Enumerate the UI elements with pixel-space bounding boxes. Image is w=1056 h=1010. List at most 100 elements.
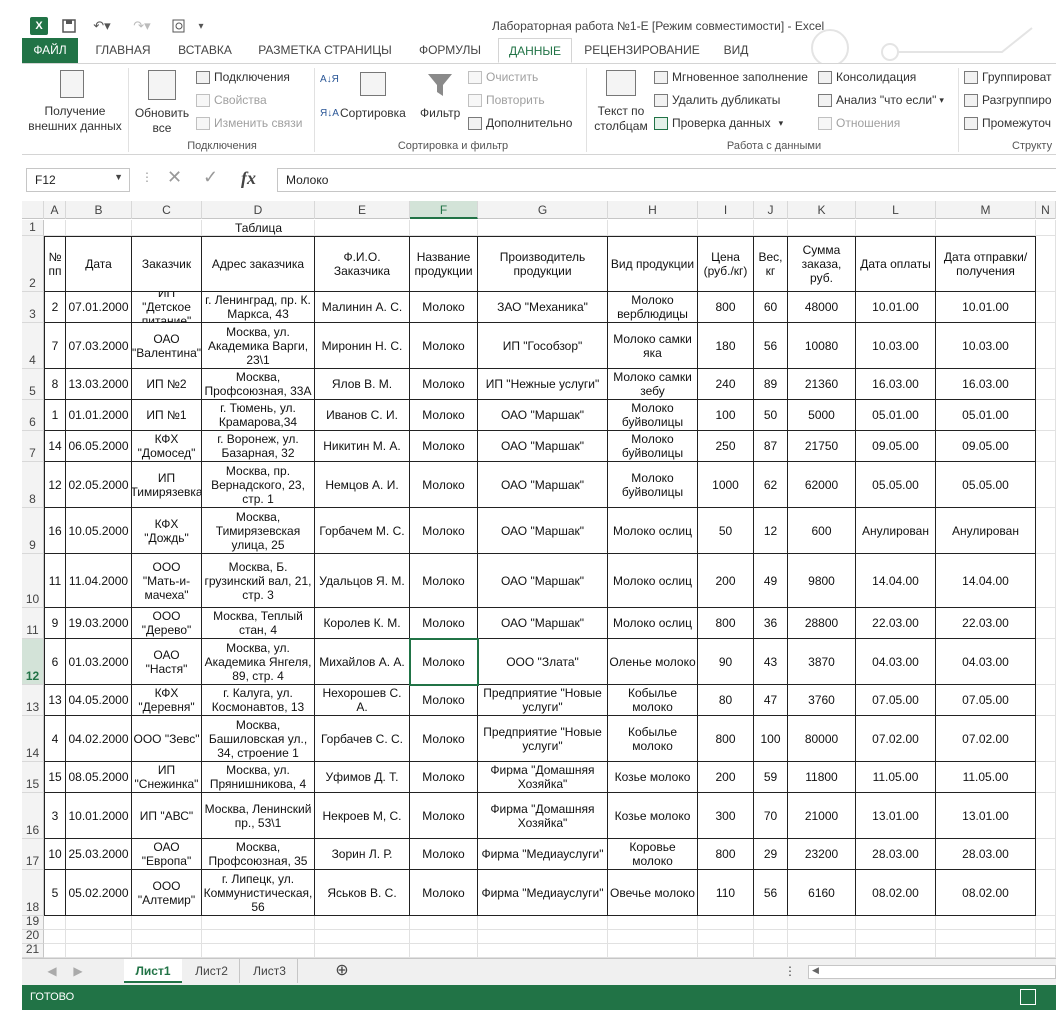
table-cell[interactable]: ИП "Детское питание" [132, 292, 202, 323]
row-header-7[interactable]: 7 [22, 431, 44, 462]
table-cell[interactable]: Молоко ослиц [608, 608, 698, 639]
table-cell[interactable]: г. Калуга, ул. Космонавтов, 13 [202, 685, 315, 716]
table-cell[interactable]: г. Липецк, ул. Коммунистическая, 56 [202, 870, 315, 916]
table-cell[interactable]: Москва, Б. грузинский вал, 21, стр. 3 [202, 554, 315, 608]
table-cell[interactable]: 07.05.00 [856, 685, 936, 716]
table-cell[interactable]: Кобылье молоко [608, 685, 698, 716]
table-cell[interactable]: 05.05.00 [936, 462, 1036, 508]
table-cell[interactable]: 16.03.00 [936, 369, 1036, 400]
table-cell[interactable]: 250 [698, 431, 754, 462]
select-all-corner[interactable] [22, 201, 44, 219]
row-header-5[interactable]: 5 [22, 369, 44, 400]
enter-icon[interactable]: ✓ [203, 167, 218, 188]
table-cell[interactable]: 3760 [788, 685, 856, 716]
table-cell[interactable]: 11.05.00 [856, 762, 936, 793]
group-button[interactable]: Группироват [964, 70, 1052, 84]
table-cell[interactable]: 7 [44, 323, 66, 369]
table-cell[interactable]: 200 [698, 762, 754, 793]
undo-icon[interactable]: ↶▾ [88, 17, 116, 35]
table-cell[interactable]: 89 [754, 369, 788, 400]
table-cell[interactable]: 14.04.00 [856, 554, 936, 608]
save-icon[interactable] [60, 17, 78, 35]
table-cell[interactable]: Москва, Профсоюзная, 35 [202, 839, 315, 870]
table-cell[interactable]: Кобылье молоко [608, 716, 698, 762]
table-cell[interactable]: Уфимов Д. Т. [315, 762, 410, 793]
table-cell[interactable]: Оленье молоко [608, 639, 698, 685]
row-header-8[interactable]: 8 [22, 462, 44, 508]
tab-review[interactable]: РЕЦЕНЗИРОВАНИЕ [580, 38, 704, 63]
column-header-e[interactable]: E [315, 201, 410, 219]
table-cell[interactable]: ИП "Гособзор" [478, 323, 608, 369]
table-cell[interactable]: 15 [44, 762, 66, 793]
table-cell[interactable]: 16 [44, 508, 66, 554]
print-preview-icon[interactable] [168, 17, 190, 35]
table-cell[interactable]: Москва, ул. Академика Янгеля, 89, стр. 4 [202, 639, 315, 685]
tab-insert[interactable]: ВСТАВКА [168, 38, 242, 63]
table-cell[interactable]: 07.05.00 [936, 685, 1036, 716]
text-to-columns-button[interactable]: Текст по столбцам [590, 104, 652, 134]
table-cell[interactable]: Молоко [410, 685, 478, 716]
table-cell[interactable]: 800 [698, 716, 754, 762]
table-cell[interactable]: 11.04.2000 [66, 554, 132, 608]
new-sheet-icon[interactable]: ⊕ [330, 959, 354, 983]
customize-qat-icon[interactable]: ▾ [194, 17, 208, 35]
table-cell[interactable]: 04.02.2000 [66, 716, 132, 762]
table-cell[interactable]: 08.02.00 [856, 870, 936, 916]
table-cell[interactable]: Молоко [410, 400, 478, 431]
tab-view[interactable]: ВИД [714, 38, 758, 63]
table-header-cell[interactable]: Цена (руб./кг) [698, 236, 754, 292]
horizontal-scrollbar[interactable]: ◀ [808, 965, 1056, 979]
table-cell[interactable]: Ялов В. М. [315, 369, 410, 400]
table-cell[interactable]: 9 [44, 608, 66, 639]
table-cell[interactable]: Молоко [410, 323, 478, 369]
row-header-16[interactable]: 16 [22, 793, 44, 839]
table-cell[interactable]: Королев К. М. [315, 608, 410, 639]
table-cell[interactable]: Козье молоко [608, 793, 698, 839]
row-header-6[interactable]: 6 [22, 400, 44, 431]
subtotal-button[interactable]: Промежуточ [964, 116, 1051, 130]
table-cell[interactable]: ИП "Снежинка" [132, 762, 202, 793]
table-cell[interactable]: Коровье молоко [608, 839, 698, 870]
table-cell[interactable]: Малинин А. С. [315, 292, 410, 323]
name-box[interactable]: F12 ▼ [26, 168, 130, 192]
table-header-cell[interactable]: Дата оплаты [856, 236, 936, 292]
sheet-tab-1[interactable]: Лист1 [124, 959, 182, 983]
table-cell[interactable]: 59 [754, 762, 788, 793]
table-cell[interactable]: 50 [754, 400, 788, 431]
table-cell[interactable]: Анулирован [856, 508, 936, 554]
table-cell[interactable]: Молоко [410, 762, 478, 793]
table-cell[interactable]: 07.03.2000 [66, 323, 132, 369]
connections-button[interactable]: Подключения [196, 70, 290, 84]
table-header-cell[interactable]: Название продукции [410, 236, 478, 292]
table-cell[interactable]: 28800 [788, 608, 856, 639]
table-cell[interactable]: Москва, Башиловская ул., 34, строение 1 [202, 716, 315, 762]
flash-fill-button[interactable]: Мгновенное заполнение [654, 70, 808, 84]
column-header-a[interactable]: A [44, 201, 66, 219]
table-cell[interactable]: Москва, пр. Вернадского, 23, стр. 1 [202, 462, 315, 508]
table-cell[interactable]: 10.01.00 [856, 292, 936, 323]
table-cell[interactable]: 80 [698, 685, 754, 716]
row-header-2[interactable]: 2 [22, 236, 44, 292]
table-cell[interactable]: 10.01.00 [936, 292, 1036, 323]
row-header-10[interactable]: 10 [22, 554, 44, 608]
table-cell[interactable]: 09.05.00 [936, 431, 1036, 462]
table-cell[interactable]: Фирма "Домашняя Хозяйка" [478, 793, 608, 839]
table-cell[interactable]: 13 [44, 685, 66, 716]
table-cell[interactable]: 05.05.00 [856, 462, 936, 508]
table-cell[interactable]: 800 [698, 839, 754, 870]
tab-file[interactable]: ФАЙЛ [22, 38, 78, 63]
table-cell[interactable]: Молоко [410, 793, 478, 839]
table-cell[interactable]: Фирма "Домашняя Хозяйка" [478, 762, 608, 793]
table-cell[interactable]: Козье молоко [608, 762, 698, 793]
table-cell[interactable]: Молоко ослиц [608, 508, 698, 554]
table-cell[interactable]: Предприятие "Новые услуги" [478, 716, 608, 762]
column-header-i[interactable]: I [698, 201, 754, 219]
table-cell[interactable]: Молоко верблюдицы [608, 292, 698, 323]
table-cell[interactable]: 62000 [788, 462, 856, 508]
table-cell[interactable]: КФХ "Домосед" [132, 431, 202, 462]
table-cell[interactable]: ЗАО "Механика" [478, 292, 608, 323]
table-cell[interactable]: 04.05.2000 [66, 685, 132, 716]
table-header-cell[interactable]: Дата отправки/получения [936, 236, 1036, 292]
table-cell[interactable]: 14.04.00 [936, 554, 1036, 608]
table-cell[interactable]: 21750 [788, 431, 856, 462]
